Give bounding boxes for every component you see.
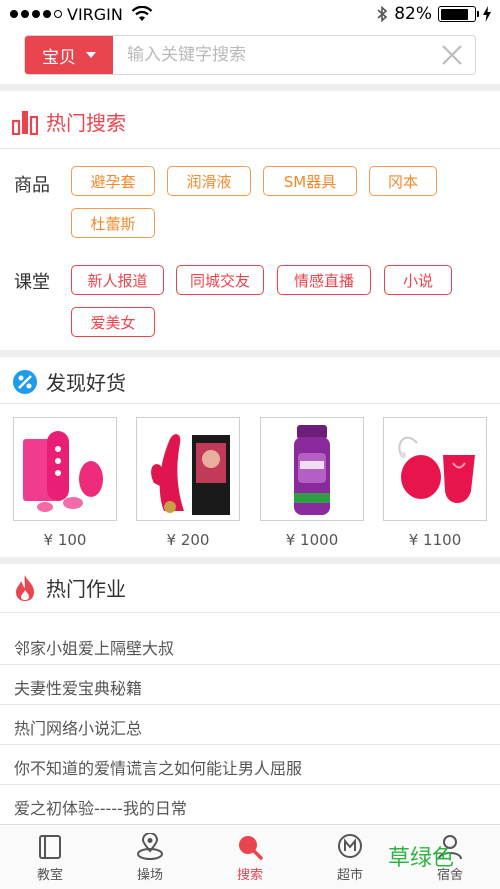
battery-percent: 82% <box>394 4 432 24</box>
tag-goods-1[interactable]: 避孕套 <box>71 166 155 196</box>
section-divider <box>0 350 500 357</box>
wifi-icon <box>131 6 153 21</box>
tab-playground[interactable]: 操场 <box>100 825 200 889</box>
list-divider <box>0 784 500 785</box>
product-image <box>383 417 487 521</box>
discover-icon <box>13 369 37 394</box>
list-item[interactable]: 你不知道的爱情谎言之如何能让男人屈服 <box>14 755 302 779</box>
product-card[interactable]: ¥ 100 <box>13 417 117 549</box>
watermark-text: 草绿色 <box>387 846 454 871</box>
search-scope-dropdown[interactable]: 宝贝 <box>25 36 113 74</box>
market-icon <box>338 834 362 858</box>
product-image <box>136 417 240 521</box>
product-card[interactable]: ¥ 200 <box>136 417 240 549</box>
tag-class-1[interactable]: 新人报道 <box>71 265 164 295</box>
product-price: ¥ 1000 <box>285 531 339 549</box>
list-item[interactable]: 邻家小姐爱上隔壁大叔 <box>14 635 174 659</box>
tab-search-label: 搜索 <box>236 868 263 883</box>
product-card[interactable]: ¥ 1100 <box>383 417 487 549</box>
section-divider <box>0 557 500 564</box>
charging-icon <box>483 6 491 22</box>
clear-button[interactable] <box>429 36 475 74</box>
tab-market-label: 超市 <box>336 868 363 883</box>
product-price: ¥ 1100 <box>408 531 462 549</box>
tag-class-5[interactable]: 爱美女 <box>71 307 155 337</box>
list-divider <box>0 744 500 745</box>
hot-search-header: 热门搜索 <box>12 107 126 136</box>
list-item[interactable]: 热门网络小说汇总 <box>14 715 142 739</box>
search-bar: 宝贝 <box>24 35 476 75</box>
carrier-name: VIRGIN <box>67 4 123 24</box>
tag-class-3[interactable]: 情感直播 <box>277 265 371 295</box>
status-bar: VIRGIN 82% <box>0 0 500 28</box>
tag-goods-4[interactable]: 冈本 <box>369 166 437 196</box>
fire-icon <box>16 574 34 601</box>
product-image <box>260 417 364 521</box>
homework-divider <box>0 612 500 613</box>
search-input[interactable] <box>113 36 429 74</box>
tag-goods-3[interactable]: SM器具 <box>263 166 357 196</box>
product-image <box>13 417 117 521</box>
tag-class-4[interactable]: 小说 <box>384 265 452 295</box>
book-icon <box>39 835 61 859</box>
tab-search[interactable]: 搜索 <box>200 825 300 889</box>
product-price: ¥ 100 <box>43 531 87 549</box>
close-icon <box>442 45 462 65</box>
goods-label: 商品 <box>14 175 50 196</box>
tab-classroom-label: 教室 <box>36 868 63 883</box>
tab-classroom[interactable]: 教室 <box>0 825 100 889</box>
tag-goods-2[interactable]: 润滑液 <box>167 166 251 196</box>
search-scope-label: 宝贝 <box>42 47 76 68</box>
caret-down-icon <box>86 52 96 58</box>
bar-chart-icon <box>12 110 38 135</box>
list-divider <box>0 664 500 665</box>
tab-market[interactable]: 超市 <box>300 825 400 889</box>
discover-header: 发现好货 <box>12 367 126 396</box>
tag-goods-5[interactable]: 杜蕾斯 <box>71 208 155 238</box>
location-icon <box>137 833 163 860</box>
battery-icon <box>438 6 479 22</box>
bluetooth-icon <box>377 5 388 23</box>
tag-class-2[interactable]: 同城交友 <box>176 265 264 295</box>
homework-header: 热门作业 <box>12 573 126 602</box>
list-divider <box>0 704 500 705</box>
class-label: 课堂 <box>14 272 50 293</box>
tab-playground-label: 操场 <box>136 868 163 883</box>
discover-title: 发现好货 <box>46 371 126 395</box>
product-card[interactable]: ¥ 1000 <box>260 417 364 549</box>
section-divider <box>0 84 500 91</box>
signal-strength-icon <box>10 10 62 18</box>
list-item[interactable]: 爱之初体验-----我的日常 <box>14 795 187 819</box>
discover-divider <box>0 403 500 404</box>
search-icon <box>239 836 263 860</box>
list-item[interactable]: 夫妻性爱宝典秘籍 <box>14 675 142 699</box>
product-price: ¥ 200 <box>166 531 210 549</box>
hot-search-divider <box>0 148 500 149</box>
hot-search-title: 热门搜索 <box>46 111 126 135</box>
homework-title: 热门作业 <box>46 577 126 601</box>
